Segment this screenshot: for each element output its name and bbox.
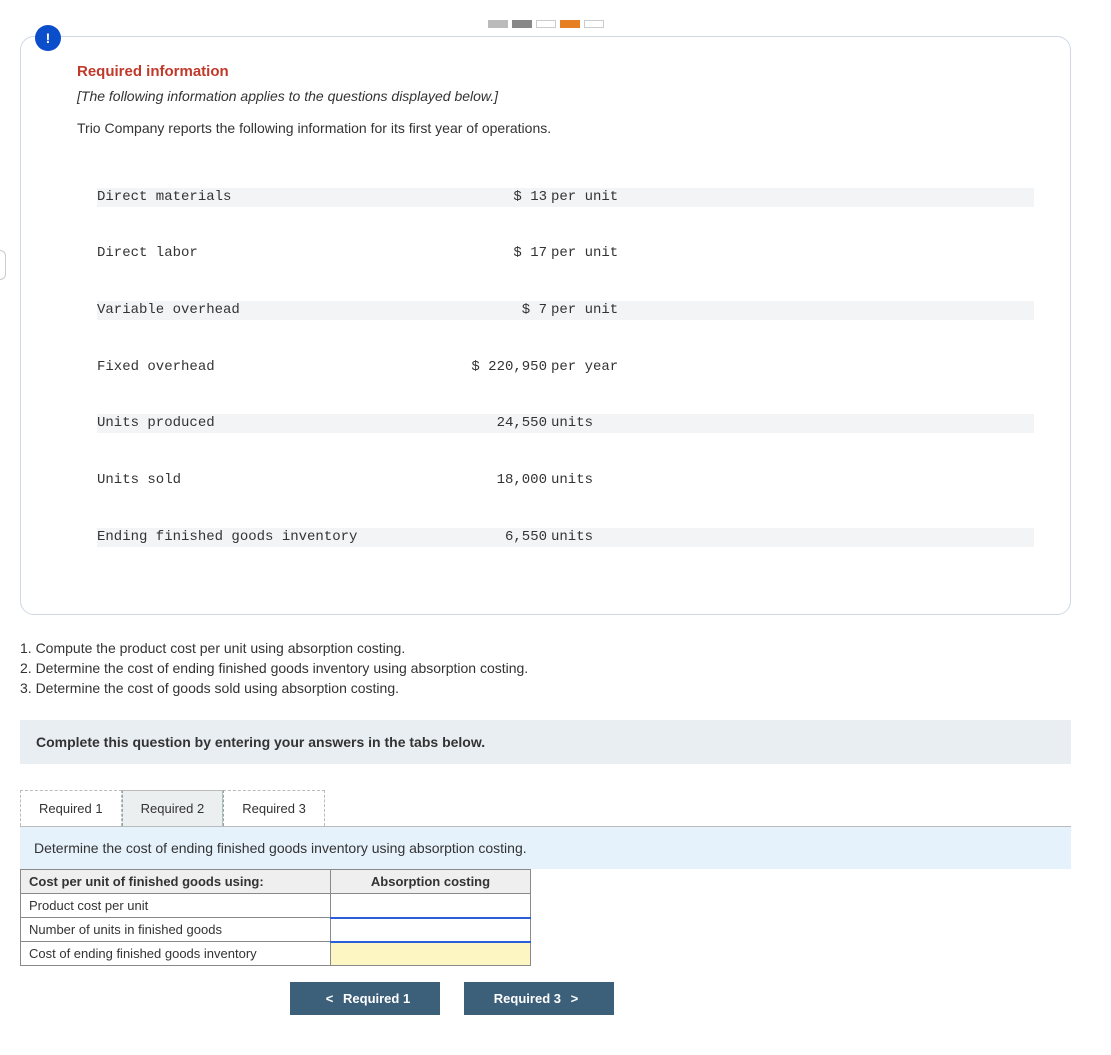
ledger-unit: units: [547, 414, 627, 433]
ledger-unit: per year: [547, 358, 627, 377]
ledger-label: Variable overhead: [97, 301, 417, 320]
tab-required-2[interactable]: Required 2: [122, 790, 224, 826]
required-info-header: Required information: [77, 63, 1034, 80]
cost-ledger: Direct materials$ 13per unit Direct labo…: [97, 150, 1034, 584]
required-info-card: ! Required information [The following in…: [20, 36, 1071, 615]
next-required-button[interactable]: Required 3 >: [464, 982, 614, 1015]
company-intro: Trio Company reports the following infor…: [77, 120, 1034, 136]
row-product-cost-label: Product cost per unit: [21, 894, 331, 918]
question-3: 3. Determine the cost of goods sold usin…: [20, 679, 1071, 699]
ledger-unit: per unit: [547, 244, 627, 263]
hint-tab-stub[interactable]: [0, 250, 6, 280]
tab-required-1[interactable]: Required 1: [20, 790, 122, 826]
table-header-method: Absorption costing: [331, 870, 531, 894]
row-ending-cost-label: Cost of ending finished goods inventory: [21, 942, 331, 966]
row-units-label: Number of units in finished goods: [21, 918, 331, 942]
ledger-unit: units: [547, 528, 627, 547]
complete-banner: Complete this question by entering your …: [20, 720, 1071, 764]
ledger-value: 18,000: [417, 471, 547, 490]
tab-prompt: Determine the cost of ending finished go…: [20, 826, 1071, 869]
ledger-label: Units produced: [97, 414, 417, 433]
prev-label: Required 1: [343, 991, 410, 1006]
ledger-value: 24,550: [417, 414, 547, 433]
ledger-label: Direct labor: [97, 244, 417, 263]
answer-table: Cost per unit of finished goods using: A…: [20, 869, 531, 966]
progress-markers: [20, 20, 1071, 28]
tab-required-3[interactable]: Required 3: [223, 790, 325, 826]
alert-icon: !: [35, 25, 61, 51]
ledger-unit: units: [547, 471, 627, 490]
input-units[interactable]: [331, 918, 531, 942]
next-label: Required 3: [494, 991, 561, 1006]
ledger-label: Ending finished goods inventory: [97, 528, 417, 547]
tab-nav-buttons: < Required 1 Required 3 >: [290, 982, 1071, 1015]
output-ending-cost: [331, 942, 531, 966]
ledger-label: Direct materials: [97, 188, 417, 207]
table-header-label: Cost per unit of finished goods using:: [21, 870, 331, 894]
marker: [536, 20, 556, 28]
applies-note: [The following information applies to th…: [77, 88, 1034, 104]
ledger-label: Units sold: [97, 471, 417, 490]
chevron-right-icon: >: [565, 991, 585, 1006]
marker: [512, 20, 532, 28]
marker: [560, 20, 580, 28]
ledger-label: Fixed overhead: [97, 358, 417, 377]
ledger-unit: per unit: [547, 301, 627, 320]
question-list: 1. Compute the product cost per unit usi…: [20, 639, 1071, 698]
answer-tabs: Required 1 Required 2 Required 3: [20, 790, 1071, 826]
chevron-left-icon: <: [320, 991, 340, 1006]
question-1: 1. Compute the product cost per unit usi…: [20, 639, 1071, 659]
ledger-value: $ 17: [417, 244, 547, 263]
input-product-cost[interactable]: [331, 894, 531, 918]
ledger-value: $ 7: [417, 301, 547, 320]
prev-required-button[interactable]: < Required 1: [290, 982, 440, 1015]
ledger-value: $ 13: [417, 188, 547, 207]
marker: [488, 20, 508, 28]
marker: [584, 20, 604, 28]
ledger-unit: per unit: [547, 188, 627, 207]
ledger-value: 6,550: [417, 528, 547, 547]
ledger-value: $ 220,950: [417, 358, 547, 377]
question-2: 2. Determine the cost of ending finished…: [20, 659, 1071, 679]
